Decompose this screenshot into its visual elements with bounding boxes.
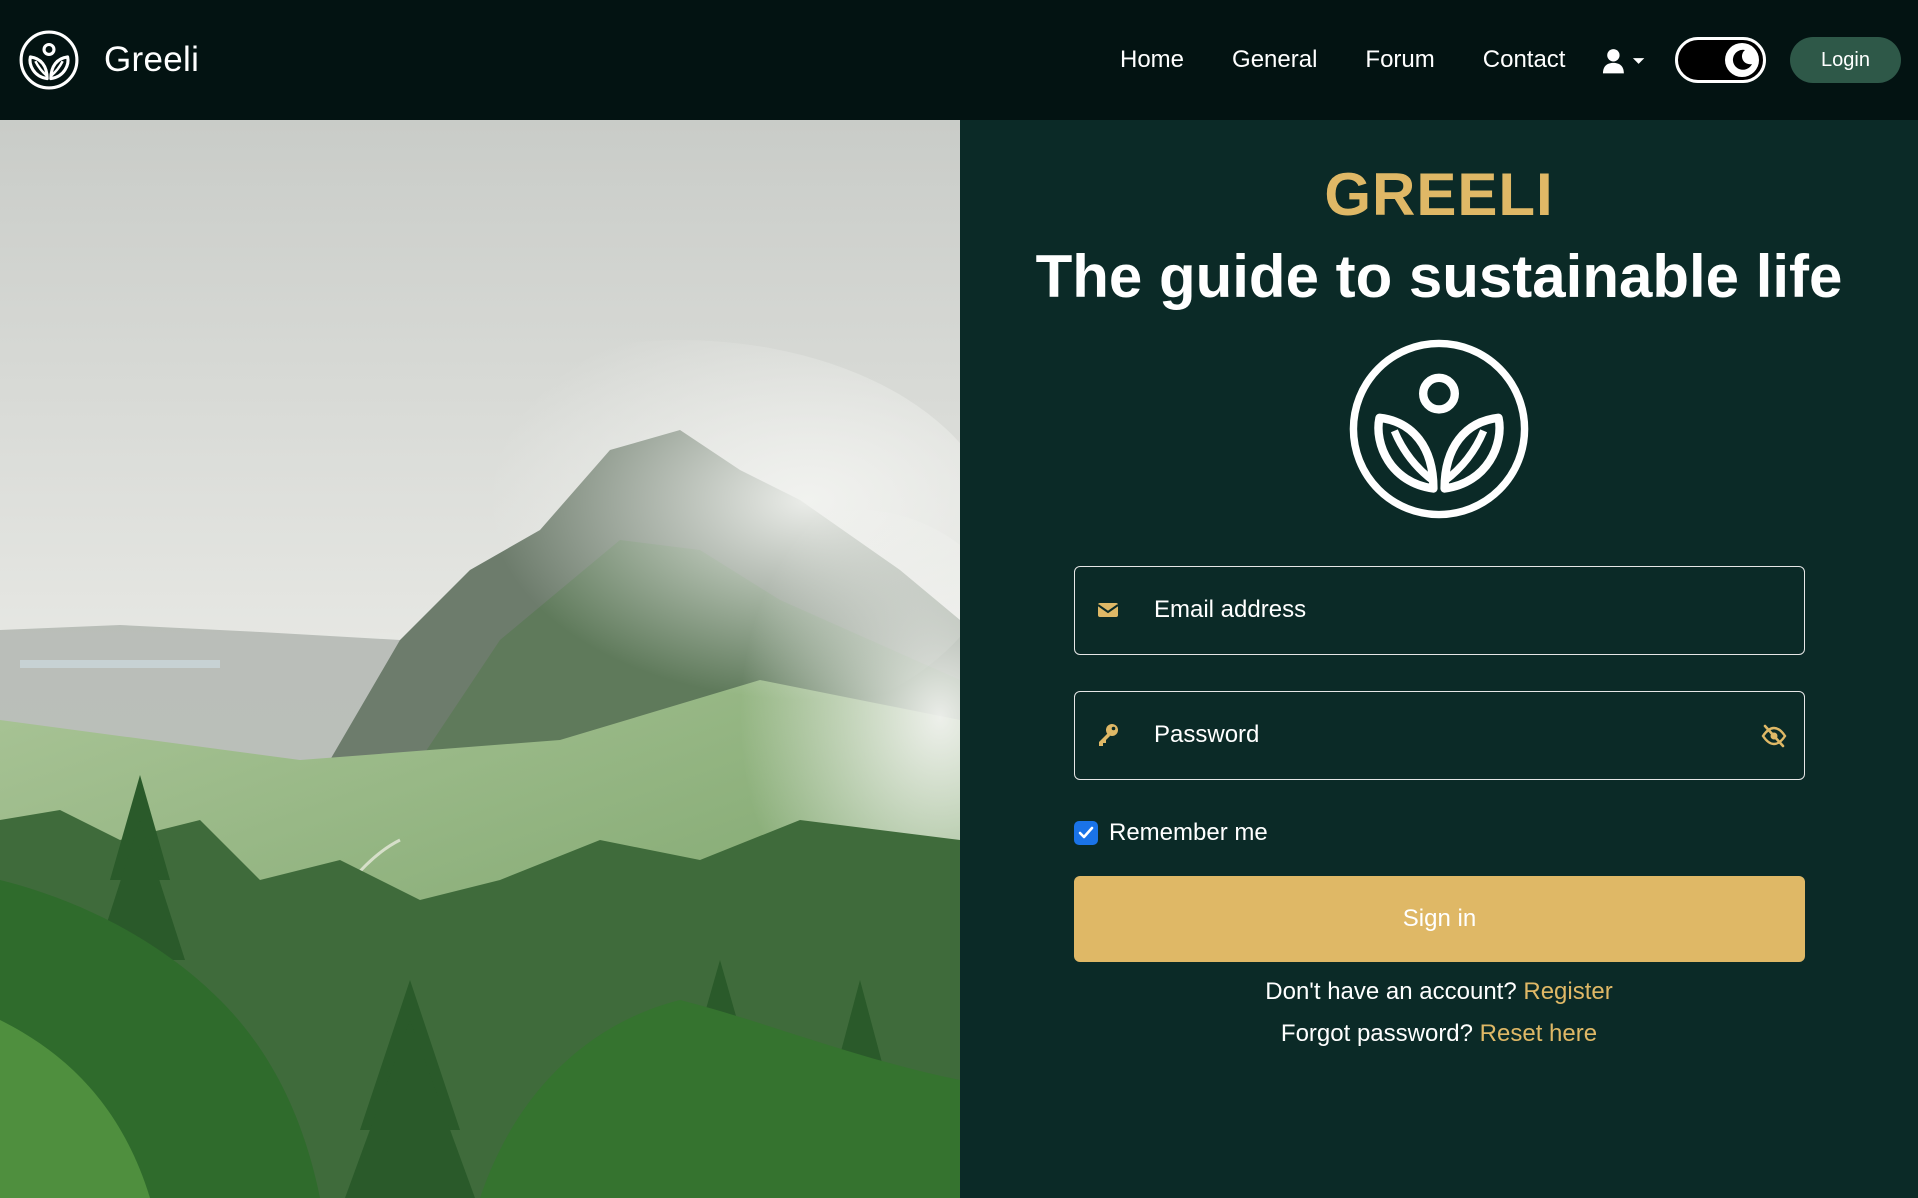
nav-link-contact[interactable]: Contact	[1483, 46, 1566, 74]
password-field	[1074, 691, 1805, 780]
forgot-password-line: Forgot password? Reset here	[960, 1020, 1918, 1048]
nav-links: Home General Forum Contact	[1120, 0, 1565, 120]
brand[interactable]: Greeli	[18, 0, 199, 120]
greeli-leaf-logo-icon	[1349, 339, 1529, 519]
eye-slash-icon[interactable]	[1760, 722, 1788, 750]
misty-mountain-forest-photo	[0, 120, 960, 1198]
user-menu-dropdown[interactable]	[1602, 46, 1646, 76]
nav-link-forum[interactable]: Forum	[1365, 46, 1434, 74]
remember-me-checkbox[interactable]	[1074, 821, 1098, 845]
nav-link-home[interactable]: Home	[1120, 46, 1184, 74]
email-input[interactable]	[1154, 567, 1714, 653]
navbar: Greeli Home General Forum Contact Login	[0, 0, 1918, 120]
register-line: Don't have an account? Register	[960, 978, 1918, 1006]
register-link[interactable]: Register	[1523, 978, 1612, 1005]
login-button[interactable]: Login	[1790, 37, 1901, 83]
reset-password-link[interactable]: Reset here	[1480, 1020, 1597, 1047]
email-field	[1074, 566, 1805, 655]
toggle-knob	[1725, 43, 1759, 77]
password-input[interactable]	[1154, 692, 1714, 778]
panel-tagline: The guide to sustainable life	[1035, 243, 1843, 310]
greeli-leaf-logo-icon	[19, 30, 79, 90]
moon-icon	[1732, 49, 1752, 70]
brand-name: Greeli	[104, 40, 200, 79]
checkmark-icon	[1078, 826, 1094, 839]
panel-brand-title: GREELI	[1324, 161, 1554, 228]
user-icon	[1602, 49, 1624, 74]
caret-down-icon	[1632, 58, 1645, 64]
login-panel: GREELI The guide to sustainable life Ema…	[960, 120, 1918, 1198]
remember-me[interactable]: Remember me	[1074, 818, 1268, 848]
register-prompt: Don't have an account?	[1265, 978, 1524, 1005]
forgot-prompt: Forgot password?	[1280, 1020, 1480, 1047]
sign-in-button[interactable]: Sign in	[1074, 876, 1805, 962]
envelope-icon	[1097, 603, 1119, 617]
theme-toggle[interactable]	[1675, 37, 1766, 83]
remember-me-label: Remember me	[1109, 819, 1268, 846]
key-icon	[1099, 724, 1118, 746]
nav-link-general[interactable]: General	[1232, 46, 1317, 74]
